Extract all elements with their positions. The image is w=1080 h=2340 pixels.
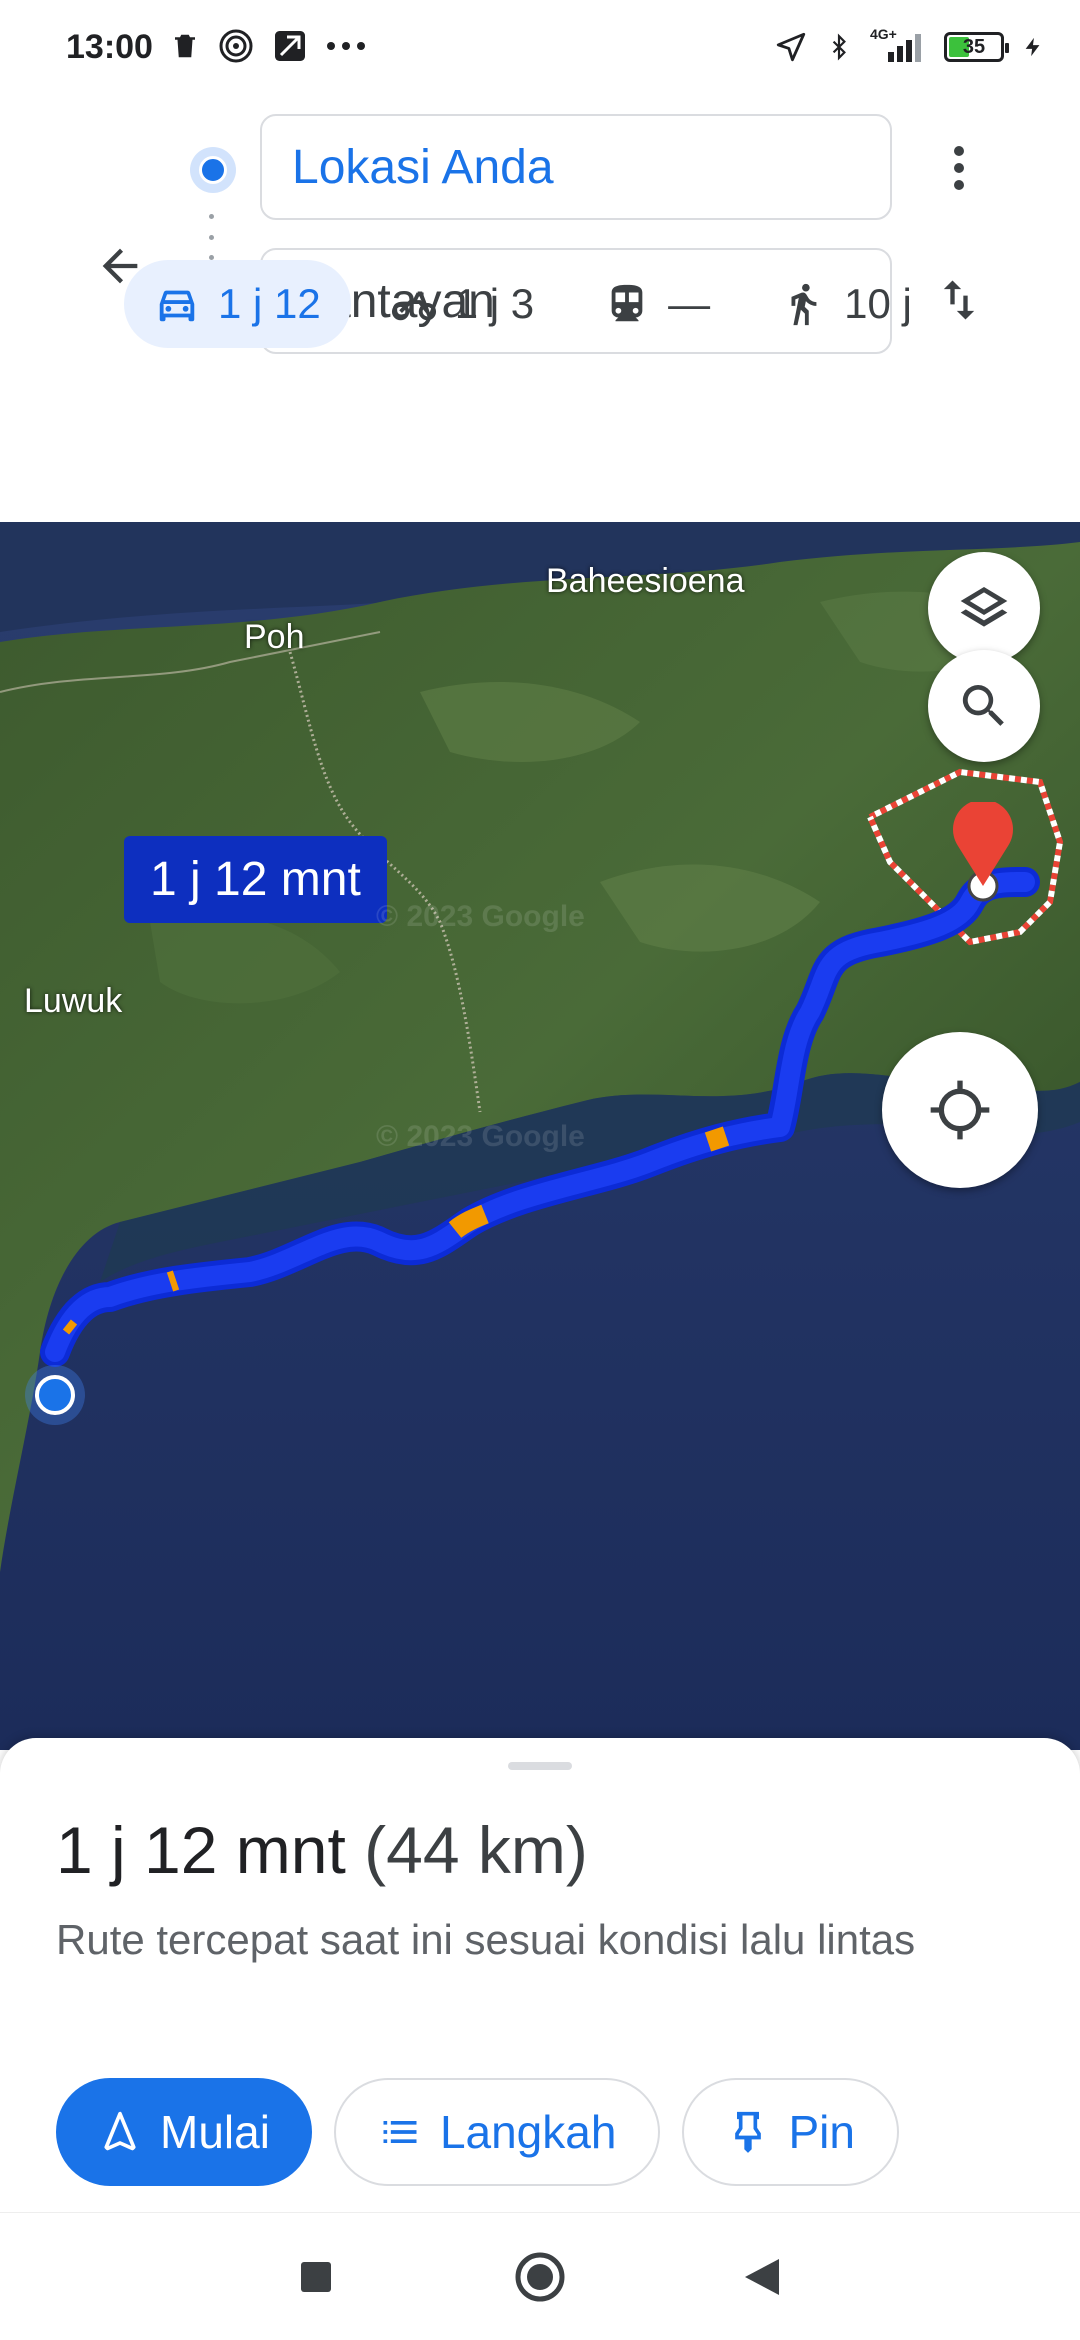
battery-level: 35: [962, 36, 986, 58]
recents-button[interactable]: [288, 2249, 344, 2305]
train-icon: [611, 284, 643, 322]
start-label: Mulai: [160, 2106, 270, 2158]
origin-dot-icon: [190, 147, 236, 193]
motorcycle-icon: [391, 292, 436, 321]
route-duration: 1 j 12 mnt: [56, 1813, 346, 1887]
mode-walk[interactable]: 10 j: [750, 260, 942, 348]
my-location-button[interactable]: [882, 1032, 1038, 1188]
more-dots-icon: [327, 42, 365, 50]
mode-transit[interactable]: —: [574, 260, 740, 348]
layers-icon: [960, 587, 1008, 627]
status-right-icons: 4G+ 35: [774, 26, 1044, 64]
navigation-arrow-icon: [104, 2111, 136, 2151]
destination-marker-icon[interactable]: [950, 802, 1016, 886]
pin-button[interactable]: Pin: [682, 2078, 899, 2186]
map-watermark: © 2023 Google: [376, 900, 585, 933]
crosshair-icon: [930, 1080, 990, 1140]
circle-home-icon: [515, 2252, 565, 2302]
triangle-back-icon: [745, 2259, 779, 2295]
mode-transit-label: —: [668, 280, 711, 327]
steps-label: Langkah: [439, 2106, 617, 2158]
route-subtitle: Rute tercepat saat ini sesuai kondisi la…: [56, 1916, 916, 1963]
status-time: 13:00: [66, 28, 153, 66]
mode-walk-label: 10 j: [844, 280, 912, 327]
map-label-baheesioena: Baheesioena: [546, 562, 745, 600]
car-icon: [159, 290, 195, 322]
mode-motorcycle[interactable]: 1 j 3: [361, 260, 564, 348]
mode-motorcycle-label: 1 j 3: [454, 280, 535, 327]
start-button[interactable]: Mulai: [56, 2078, 312, 2186]
nfc-icon: [219, 29, 253, 63]
route-connector-dots: [209, 214, 215, 260]
network-type: 4G+: [870, 26, 897, 42]
route-eta-badge[interactable]: 1 j 12 mnt: [124, 836, 387, 923]
directions-header: Lokasi Anda Bantayan 1 j 12 1 j 3 — 10 j: [0, 96, 1080, 520]
map-watermark-2: © 2023 Google: [376, 1120, 585, 1153]
trash-icon: [175, 34, 195, 58]
steps-button[interactable]: Langkah: [333, 2078, 661, 2186]
list-icon: [383, 2121, 417, 2143]
home-button[interactable]: [512, 2249, 568, 2305]
map-view[interactable]: Baheesioena Poh Luwuk 1 j 12 mnt © 2023 …: [0, 522, 1080, 1750]
screenshot-icon: [275, 31, 305, 61]
route-summary: 1 j 12 mnt (44 km): [56, 1812, 588, 1888]
charging-icon: [1025, 37, 1040, 57]
origin-field[interactable]: Lokasi Anda: [260, 114, 892, 220]
pin-label: Pin: [788, 2106, 855, 2158]
search-icon: [962, 685, 1004, 726]
route-summary-sheet[interactable]: 1 j 12 mnt (44 km) Rute tercepat saat in…: [0, 1738, 1080, 2212]
mode-car-label: 1 j 12: [218, 280, 321, 327]
back-nav-button[interactable]: [734, 2249, 790, 2305]
location-arrow-icon: [776, 32, 806, 62]
map-label-luwuk: Luwuk: [24, 982, 123, 1020]
layers-button[interactable]: [928, 552, 1040, 664]
mode-car[interactable]: 1 j 12: [124, 260, 351, 348]
status-left-icons: [170, 28, 366, 64]
status-bar: 13:00 4G+ 35: [0, 0, 1080, 96]
bluetooth-icon: [832, 33, 846, 61]
square-icon: [301, 2262, 331, 2292]
map-label-poh: Poh: [244, 618, 305, 656]
pushpin-icon: [735, 2111, 762, 2153]
sheet-drag-handle[interactable]: [508, 1762, 572, 1770]
more-vert-icon: [954, 146, 964, 190]
signal-icon: 4G+: [870, 26, 926, 64]
battery-icon: 35: [944, 32, 1009, 62]
search-along-route-button[interactable]: [928, 650, 1040, 762]
route-actions: Mulai Langkah Pin: [56, 2078, 899, 2186]
origin-text: Lokasi Anda: [292, 140, 554, 194]
route-distance: (44 km): [364, 1813, 588, 1887]
system-navigation-bar: [0, 2212, 1080, 2340]
more-options-button[interactable]: [930, 136, 988, 200]
travel-modes: 1 j 12 1 j 3 — 10 j: [124, 260, 952, 348]
walk-icon: [791, 283, 817, 326]
